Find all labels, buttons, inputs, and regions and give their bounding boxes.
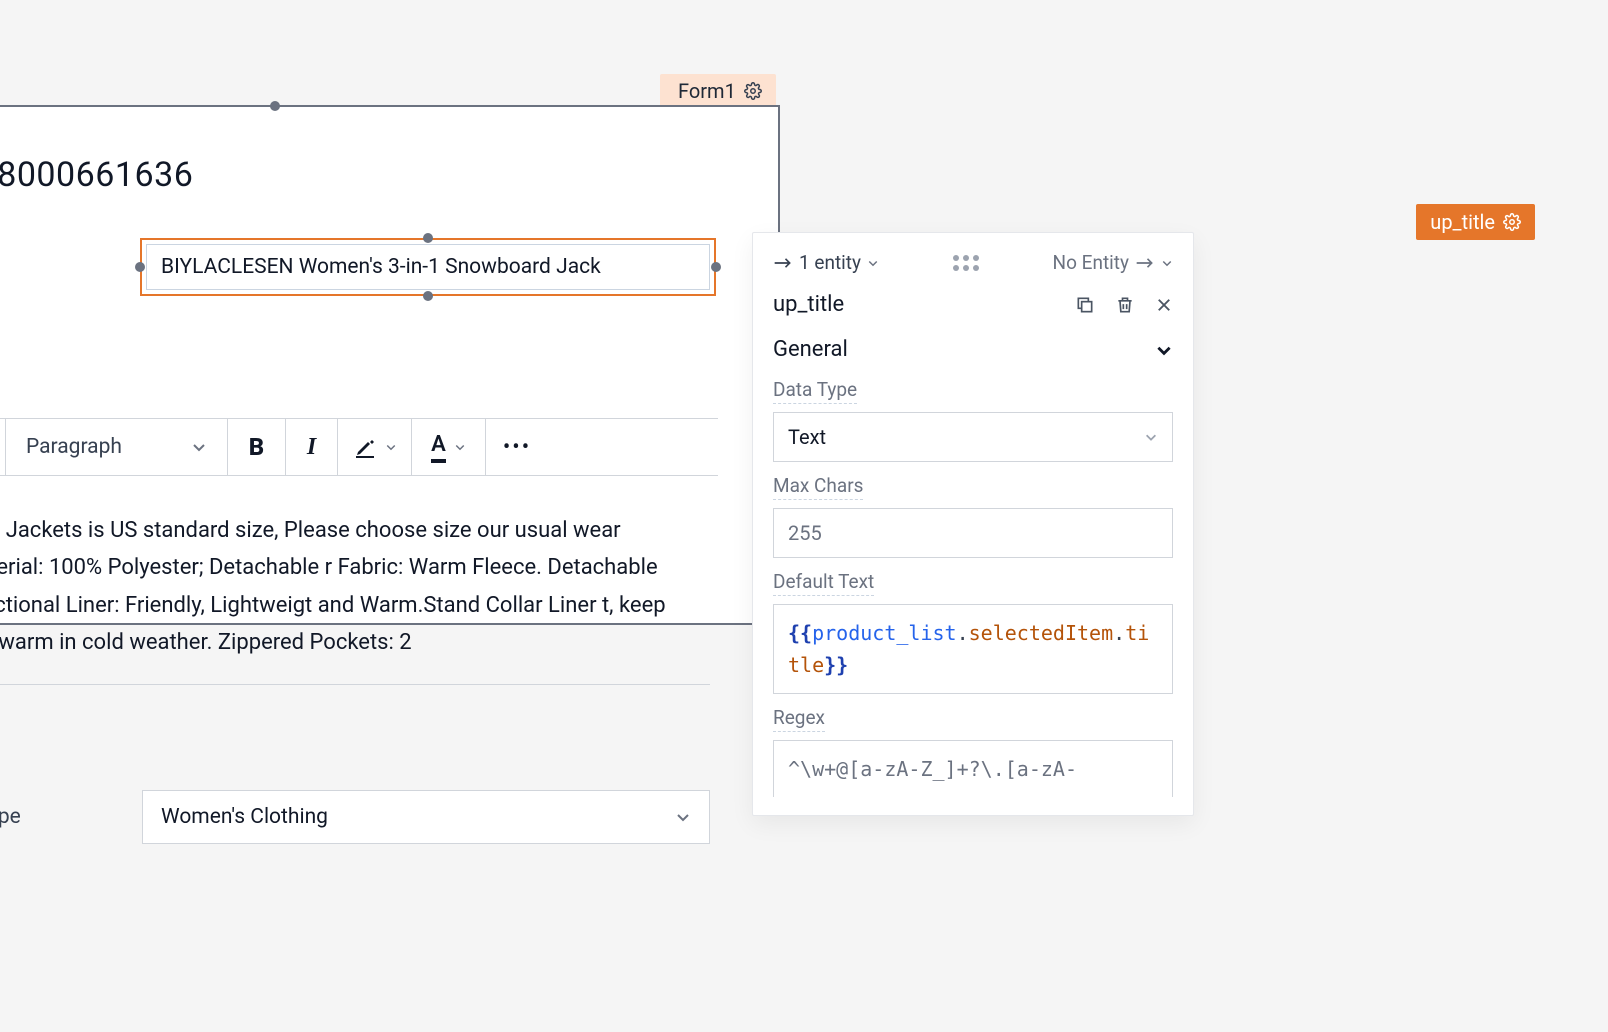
max-chars-value: 255: [788, 521, 822, 545]
widget-name-badge[interactable]: up_title: [1416, 204, 1535, 240]
product-type-select[interactable]: Women's Clothing: [142, 790, 710, 844]
max-chars-label: Max Chars: [773, 474, 863, 500]
data-type-value: Text: [788, 425, 826, 449]
data-type-label: Data Type: [773, 378, 857, 404]
more-icon: •••: [503, 435, 531, 460]
italic-button[interactable]: I: [286, 419, 338, 475]
default-text-label: Default Text: [773, 570, 874, 596]
more-button[interactable]: •••: [486, 419, 548, 475]
chevron-down-icon: [191, 439, 207, 455]
chevron-down-icon: [1144, 430, 1158, 444]
arrow-right-icon: [773, 256, 793, 270]
token-object: product_list: [812, 621, 957, 645]
marker-icon: [353, 435, 377, 459]
drag-handle-icon[interactable]: [953, 255, 979, 271]
form-name-badge[interactable]: Form1: [660, 74, 776, 108]
title-input[interactable]: BIYLACLESEN Women's 3-in-1 Snowboard Jac…: [146, 244, 710, 290]
regex-input[interactable]: ^\w+@[a-zA-Z_]+?\.[a-zA-: [773, 740, 1173, 797]
block-style-select[interactable]: Paragraph: [6, 419, 228, 475]
chevron-down-icon: [675, 809, 691, 825]
description-editor[interactable]: :The Jackets is US standard size, Please…: [0, 500, 710, 685]
widget-name-label: up_title: [1430, 210, 1495, 234]
chevron-down-icon: [1161, 257, 1173, 269]
chevron-down-icon: [1155, 341, 1173, 359]
selected-widget[interactable]: BIYLACLESEN Women's 3-in-1 Snowboard Jac…: [140, 238, 716, 296]
token-brace-close: }}: [824, 653, 848, 677]
text-color-icon: A: [431, 432, 446, 463]
regex-value: ^\w+@[a-zA-Z_]+?\.[a-zA-: [788, 757, 1077, 781]
block-style-label: Paragraph: [26, 435, 122, 459]
bold-button[interactable]: B: [228, 419, 286, 475]
no-entity-link[interactable]: No Entity: [1053, 251, 1173, 274]
rte-toolbar: Paragraph B I A •••: [0, 418, 718, 476]
gear-icon: [744, 82, 762, 100]
resize-handle[interactable]: [423, 233, 433, 243]
copy-icon[interactable]: [1075, 295, 1095, 315]
arrow-right-icon: [1135, 256, 1155, 270]
max-chars-input[interactable]: 255: [773, 508, 1173, 558]
product-type-value: Women's Clothing: [161, 805, 328, 829]
bold-icon: B: [249, 433, 264, 461]
token-prop: selectedItem: [969, 621, 1114, 645]
panel-title: up_title: [773, 292, 844, 317]
form-name-label: Form1: [678, 79, 736, 103]
regex-label: Regex: [773, 706, 825, 732]
resize-handle[interactable]: [711, 262, 721, 272]
product-id-heading: 528000661636: [0, 107, 778, 223]
highlight-button[interactable]: [338, 419, 412, 475]
token-dot: .: [1113, 621, 1125, 645]
data-type-select[interactable]: Text: [773, 412, 1173, 462]
properties-panel: 1 entity No Entity up_title General Data…: [752, 232, 1194, 816]
chevron-down-icon: [385, 441, 397, 453]
default-text-input[interactable]: {{product_list.selectedItem.title}}: [773, 604, 1173, 694]
resize-handle[interactable]: [135, 262, 145, 272]
trash-icon[interactable]: [1115, 295, 1135, 315]
product-type-label: ct type: [0, 805, 100, 829]
resize-handle[interactable]: [270, 101, 280, 111]
resize-handle[interactable]: [423, 291, 433, 301]
token-dot: .: [957, 621, 969, 645]
section-general-label: General: [773, 337, 848, 362]
token-brace-open: {{: [788, 621, 812, 645]
entity-link[interactable]: 1 entity: [773, 251, 879, 274]
chevron-down-icon: [454, 441, 466, 453]
close-icon[interactable]: [1155, 296, 1173, 314]
gear-icon: [1503, 213, 1521, 231]
chevron-down-icon: [867, 257, 879, 269]
no-entity-label: No Entity: [1053, 251, 1129, 274]
entity-count-label: 1 entity: [799, 251, 861, 274]
italic-icon: I: [307, 434, 316, 461]
text-color-button[interactable]: A: [412, 419, 486, 475]
section-general[interactable]: General: [753, 323, 1193, 370]
